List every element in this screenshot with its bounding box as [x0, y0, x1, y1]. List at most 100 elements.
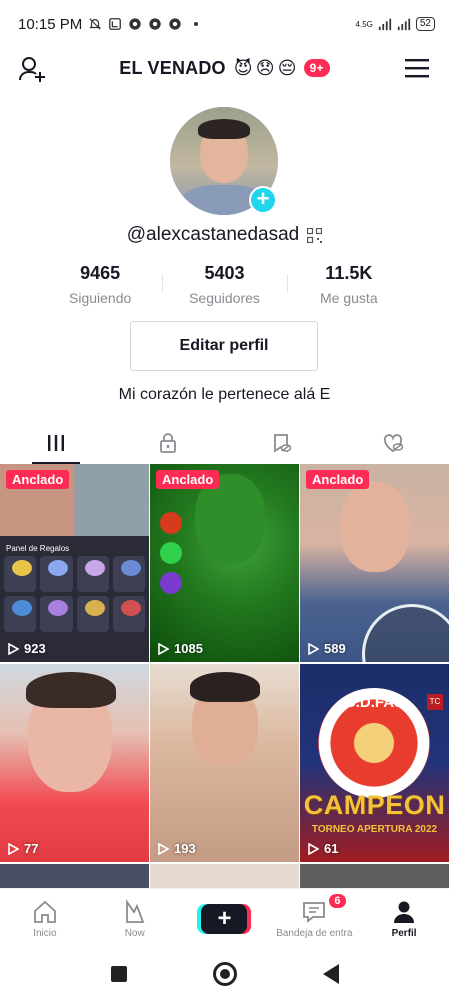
nav-home-label: Inicio	[33, 927, 57, 939]
inbox-badge: 6	[327, 892, 348, 910]
video-thumbnail[interactable]: Anclado 589	[300, 464, 449, 662]
view-count: 589	[308, 641, 346, 656]
mute-bell-icon	[89, 18, 102, 30]
add-story-button[interactable]: +	[249, 186, 277, 214]
video-thumbnail[interactable]: Anclado 1085	[150, 464, 299, 662]
video-thumbnail[interactable]	[0, 864, 149, 890]
signal-icon	[397, 18, 410, 31]
bottom-navigation: Inicio Now + Bandeja de entra 6 Perfil	[0, 888, 449, 948]
nav-home[interactable]: Inicio	[0, 889, 90, 948]
stat-following[interactable]: 9465 Siguiendo	[38, 262, 162, 310]
liked-hidden-icon	[383, 434, 404, 453]
video-thumbnail[interactable]	[300, 864, 449, 890]
stat-followers[interactable]: 5403 Seguidores	[162, 262, 286, 310]
view-count-value: 923	[24, 641, 46, 656]
video-thumbnail[interactable]: 77	[0, 664, 149, 862]
bookmark-hidden-icon	[273, 434, 291, 453]
now-icon	[125, 898, 144, 923]
profile-stats: 9465 Siguiendo 5403 Seguidores 11.5K Me …	[38, 262, 411, 310]
followers-count: 5403	[204, 263, 245, 283]
view-count-value: 1085	[174, 641, 203, 656]
view-count: 61	[308, 841, 338, 856]
video-thumbnail[interactable]: 193	[150, 664, 299, 862]
likes-count: 11.5K	[325, 263, 373, 283]
nav-now-label: Now	[124, 927, 145, 939]
lock-icon	[160, 433, 177, 453]
champion-title: CAMPEON	[303, 790, 446, 820]
play-icon	[308, 642, 319, 655]
tournament-subtitle: TORNEO APERTURA 2022	[311, 824, 438, 835]
live-ring	[362, 604, 449, 662]
gift-item	[40, 556, 73, 592]
edit-profile-button[interactable]: Editar perfil	[130, 321, 318, 371]
video-thumbnail[interactable]: C.D.FAS TC CAMPEON TORNEO APERTURA 2022 …	[300, 664, 449, 862]
following-count: 9465	[80, 263, 121, 283]
view-count-value: 193	[174, 841, 196, 856]
pinned-badge: Anclado	[306, 470, 370, 489]
recents-button[interactable]	[110, 965, 127, 982]
gift-panel	[4, 556, 145, 632]
username-row: @alexcastanedasad	[0, 224, 449, 246]
hamburger-menu-icon[interactable]	[405, 58, 429, 78]
home-button[interactable]	[212, 961, 237, 986]
stat-likes[interactable]: 11.5K Me gusta	[286, 262, 411, 310]
inbox-icon	[303, 901, 326, 923]
view-count-value: 61	[324, 841, 339, 856]
nav-create[interactable]: +	[180, 889, 270, 948]
video-thumbnail[interactable]	[150, 864, 299, 890]
gift-item	[4, 556, 37, 592]
nav-inbox-label: Bandeja de entra	[276, 927, 353, 939]
view-count: 193	[158, 841, 196, 856]
nav-now[interactable]: Now	[90, 889, 180, 948]
tc-badge: TC	[427, 694, 443, 710]
gift-item	[76, 556, 109, 592]
play-icon	[158, 642, 169, 655]
devil-sticker	[160, 512, 182, 534]
tab-videos[interactable]	[0, 422, 112, 464]
tab-liked[interactable]	[337, 422, 449, 464]
grid-videos-icon	[48, 435, 65, 451]
video-thumbnail[interactable]: Panel de Regalos Anclado 923	[0, 464, 149, 662]
play-icon	[8, 842, 19, 855]
play-icon	[308, 842, 319, 855]
avatar-hair	[198, 119, 250, 139]
gift-item	[4, 596, 37, 632]
pinned-badge: Anclado	[156, 470, 220, 489]
back-button[interactable]	[322, 963, 339, 984]
gift-item	[40, 596, 73, 632]
account-switcher[interactable]: EL VENADO 😈 😞 😔 9+	[119, 58, 330, 79]
likes-label: Me gusta	[320, 290, 378, 306]
view-count: 923	[8, 641, 46, 656]
chrome-icon	[149, 18, 161, 30]
content-tabs	[0, 422, 449, 464]
thumbnail-hair	[26, 672, 116, 708]
network-type: 4.5G	[355, 19, 373, 29]
tab-saved[interactable]	[225, 422, 337, 464]
thumbnail-image	[340, 482, 410, 572]
nfc-icon	[109, 18, 122, 30]
chrome-icon	[169, 18, 181, 30]
system-navigation	[0, 948, 449, 999]
view-count: 77	[8, 841, 38, 856]
home-icon	[33, 900, 56, 923]
nav-profile-label: Perfil	[391, 927, 417, 939]
gift-item	[76, 596, 109, 632]
video-grid: Panel de Regalos Anclado 923 Anclado 108…	[0, 464, 449, 890]
status-bar: 10:15 PM 4.5G 52	[0, 0, 449, 48]
add-user-icon[interactable]	[18, 54, 48, 84]
nav-inbox[interactable]: Bandeja de entra 6	[269, 889, 359, 948]
notification-badge: 9+	[303, 59, 330, 77]
profile-bio: Mi corazón le pertenece alá E	[118, 386, 331, 403]
chrome-icon	[129, 18, 141, 30]
devil-emoji: 😈	[233, 57, 253, 78]
dot-icon	[194, 22, 199, 26]
tab-private[interactable]	[112, 422, 224, 464]
view-count-value: 589	[324, 641, 346, 656]
pinned-badge: Anclado	[6, 470, 70, 489]
signal-icon	[378, 18, 391, 31]
nav-profile[interactable]: Perfil	[359, 889, 449, 948]
view-count: 1085	[158, 641, 203, 656]
gift-item	[112, 596, 145, 632]
profile-icon	[394, 901, 415, 923]
qr-code-icon[interactable]	[307, 227, 323, 243]
